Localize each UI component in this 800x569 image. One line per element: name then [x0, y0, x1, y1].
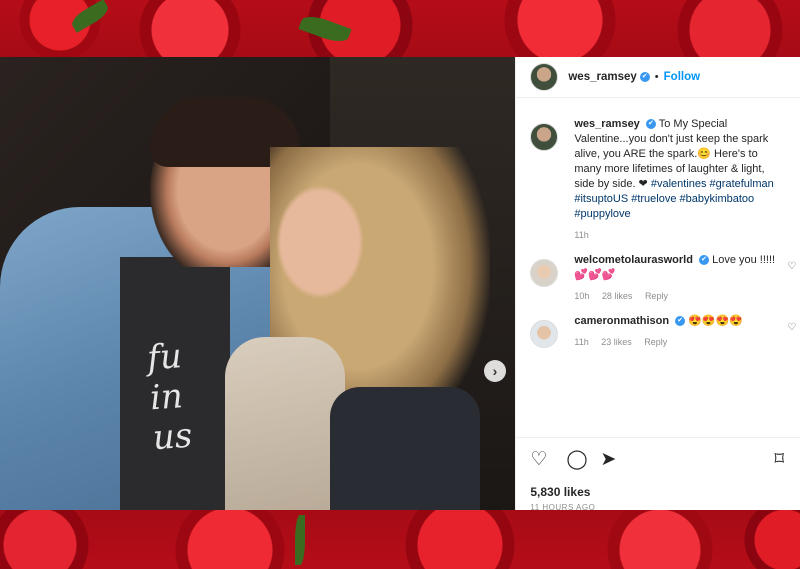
verified-icon: ✔	[675, 316, 686, 327]
post-header: wes_ramsey ✔ • Follow	[516, 57, 800, 98]
caption: wes_ramsey ✔ To My Special Valentine...y…	[516, 117, 800, 243]
reply-button[interactable]: Reply	[644, 337, 667, 347]
comment-username[interactable]: cameronmathison	[574, 315, 669, 327]
comment-item: welcometolaurasworld ✔ Love you !!!!! 💕💕…	[516, 253, 800, 304]
follow-button[interactable]: Follow	[664, 71, 700, 83]
likes-count[interactable]: 5,830 likes	[530, 485, 590, 499]
comment-likes[interactable]: 28 likes	[602, 291, 633, 301]
post-photo: fu in us ›	[0, 57, 516, 510]
comment-icon[interactable]: ◯	[566, 448, 587, 471]
instagram-post: fu in us › wes_ramsey ✔ • Follow wes_ram…	[0, 57, 800, 512]
caption-time: 11h	[574, 230, 589, 240]
verified-icon: ✔	[639, 72, 650, 82]
photo-woman-face	[270, 177, 370, 307]
action-bar: ♡ ◯ ➤ ⌑	[516, 437, 800, 478]
photo-scarf	[225, 337, 345, 510]
avatar[interactable]	[530, 320, 559, 348]
separator-dot: •	[654, 71, 659, 83]
like-heart-icon[interactable]: ♡	[530, 448, 547, 471]
like-comment-heart-icon[interactable]: ♡	[787, 261, 796, 272]
reply-button[interactable]: Reply	[645, 291, 668, 301]
verified-icon: ✔	[645, 119, 656, 130]
verified-icon: ✔	[699, 255, 710, 266]
post-sidebar: wes_ramsey ✔ • Follow wes_ramsey ✔ To My…	[515, 57, 800, 512]
header-username[interactable]: wes_ramsey	[568, 71, 636, 83]
comment-item: cameronmathison ✔ 😍😍😍😍 11h 23 likes Repl…	[516, 314, 800, 350]
comment-likes[interactable]: 23 likes	[601, 337, 632, 347]
shirt-print: fu in us	[145, 336, 194, 459]
comment-text: 😍😍😍😍	[688, 315, 744, 327]
comment-username[interactable]: welcometolaurasworld	[574, 254, 693, 266]
save-bookmark-icon[interactable]: ⌑	[774, 448, 784, 471]
leaf-decoration	[295, 515, 305, 565]
like-comment-heart-icon[interactable]: ♡	[787, 322, 796, 333]
comment-time: 11h	[574, 337, 589, 347]
post-age: 11 HOURS AGO	[530, 503, 596, 512]
share-icon[interactable]: ➤	[600, 448, 616, 471]
comment-time: 10h	[574, 291, 590, 301]
avatar[interactable]	[530, 63, 559, 91]
avatar[interactable]	[530, 259, 559, 287]
comments-list: wes_ramsey ✔ To My Special Valentine...y…	[516, 117, 800, 437]
caption-username[interactable]: wes_ramsey	[574, 118, 639, 130]
avatar[interactable]	[530, 123, 559, 151]
photo-woman-top	[330, 387, 480, 510]
next-photo-button[interactable]: ›	[484, 360, 506, 382]
